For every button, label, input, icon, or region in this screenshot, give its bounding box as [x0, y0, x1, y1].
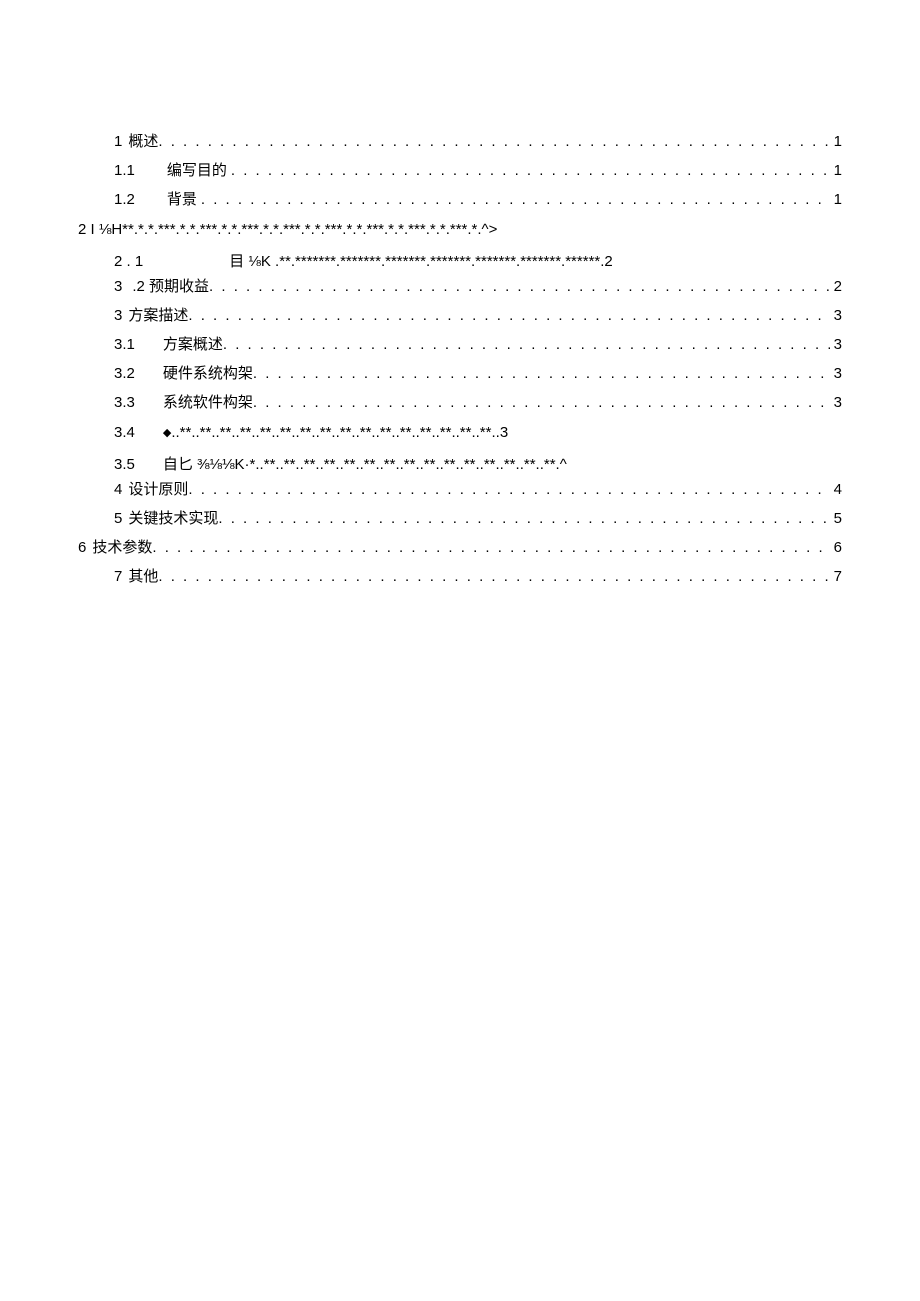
toc-entry-title: 其他	[128, 569, 158, 584]
table-of-contents: 1概述11.1编写目的11.2背景12 I ⅛H**.*.*.***.*.*.*…	[0, 128, 920, 592]
toc-entry: 6技术参数6	[0, 534, 920, 563]
toc-leader-dots	[231, 163, 830, 178]
toc-entry-number: 3.5	[114, 456, 163, 473]
toc-entry: 3方案描述3	[0, 302, 920, 331]
toc-entry-page: 1	[830, 134, 842, 149]
toc-entry: 5关键技术实现5	[0, 505, 920, 534]
toc-entry-page: 3	[830, 395, 842, 410]
toc-leader-dots	[188, 482, 829, 497]
toc-garbled-text: 2 I ⅛H**.*.*.***.*.*.***.*.*.***.*.*.***…	[78, 221, 497, 238]
toc-entry-number: 3.2	[114, 366, 163, 381]
toc-entry-title: 关键技术实现	[128, 511, 218, 526]
toc-entry: 1概述1	[0, 128, 920, 157]
toc-leader-dots	[218, 511, 829, 526]
toc-leader-dots	[188, 308, 829, 323]
toc-entry-number: 1.2	[114, 192, 167, 207]
toc-leader-dots	[201, 192, 830, 207]
toc-entry-title: 背景	[167, 192, 201, 207]
toc-entry-page: 3	[830, 337, 842, 352]
diamond-icon: ◆	[163, 426, 171, 439]
toc-leader-dots	[253, 366, 830, 381]
toc-leader-dots	[158, 569, 829, 584]
toc-entry-number: 3	[114, 279, 132, 294]
toc-entry: 1.1编写目的 1	[0, 157, 920, 186]
toc-entry-title: 方案描述	[128, 308, 188, 323]
toc-entry-page: 1	[830, 163, 842, 178]
toc-entry: 4设计原则4	[0, 476, 920, 505]
toc-leader-dots	[223, 337, 830, 352]
toc-garbled-text: ..**..**..**..**..**..**..**..**..**..**…	[171, 424, 508, 441]
toc-entry-page: 5	[830, 511, 842, 526]
toc-leader-dots	[158, 134, 829, 149]
toc-entry: 3.2硬件系统构架 3	[0, 360, 920, 389]
toc-garbled-text: 目 ⅛K .**.*******.*******.*******.*******…	[229, 250, 613, 271]
toc-entry-page: 2	[830, 279, 842, 294]
toc-entry-page: 4	[830, 482, 842, 497]
toc-entry-garbled: 2 I ⅛H**.*.*.***.*.*.***.*.*.***.*.*.***…	[0, 215, 920, 244]
toc-entry-title: 编写目的	[167, 163, 231, 178]
toc-entry-number: 3.4	[114, 424, 163, 441]
toc-entry-garbled: 3.4◆..**..**..**..**..**..**..**..**..**…	[0, 418, 920, 447]
toc-entry-number: 4	[114, 482, 128, 497]
toc-entry-page: 3	[830, 366, 842, 381]
toc-entry: 1.2背景 1	[0, 186, 920, 215]
toc-leader-dots	[152, 540, 829, 555]
toc-leader-dots	[209, 279, 830, 294]
toc-entry-number: 3.1	[114, 337, 163, 352]
toc-entry-number: 3.3	[114, 395, 163, 410]
toc-entry: 3.1方案概述 3	[0, 331, 920, 360]
toc-entry-number: 7	[114, 569, 128, 584]
toc-entry-title: .2 预期收益	[132, 279, 209, 294]
toc-entry-number: 6	[78, 540, 92, 555]
toc-entry-title: 系统软件构架	[163, 395, 253, 410]
toc-entry-title: 设计原则	[128, 482, 188, 497]
toc-entry-page: 1	[830, 192, 842, 207]
toc-entry: 3 .2 预期收益 2	[0, 273, 920, 302]
toc-entry-title: 概述	[128, 134, 158, 149]
toc-leader-dots	[253, 395, 830, 410]
toc-entry: 7其他7	[0, 563, 920, 592]
toc-entry-title: 方案概述	[163, 337, 223, 352]
toc-entry-number: 3	[114, 308, 128, 323]
toc-entry: 3.3系统软件构架 3	[0, 389, 920, 418]
toc-entry-number: 2 . 1	[114, 253, 229, 270]
toc-entry-page: 7	[830, 569, 842, 584]
toc-entry-garbled: 2 . 1目 ⅛K .**.*******.*******.*******.**…	[0, 244, 920, 273]
toc-entry-page: 6	[830, 540, 842, 555]
toc-entry-number: 1	[114, 134, 128, 149]
toc-garbled-text: 自匕 ⅜⅛⅛K·*..**..**..**..**..**..**..**..*…	[163, 453, 567, 474]
toc-entry-page: 3	[830, 308, 842, 323]
toc-entry-number: 5	[114, 511, 128, 526]
toc-entry-title: 技术参数	[92, 540, 152, 555]
document-page: 1概述11.1编写目的11.2背景12 I ⅛H**.*.*.***.*.*.*…	[0, 0, 920, 1301]
toc-entry-title: 硬件系统构架	[163, 366, 253, 381]
toc-entry-garbled: 3.5自匕 ⅜⅛⅛K·*..**..**..**..**..**..**..**…	[0, 447, 920, 476]
toc-entry-number: 1.1	[114, 163, 167, 178]
